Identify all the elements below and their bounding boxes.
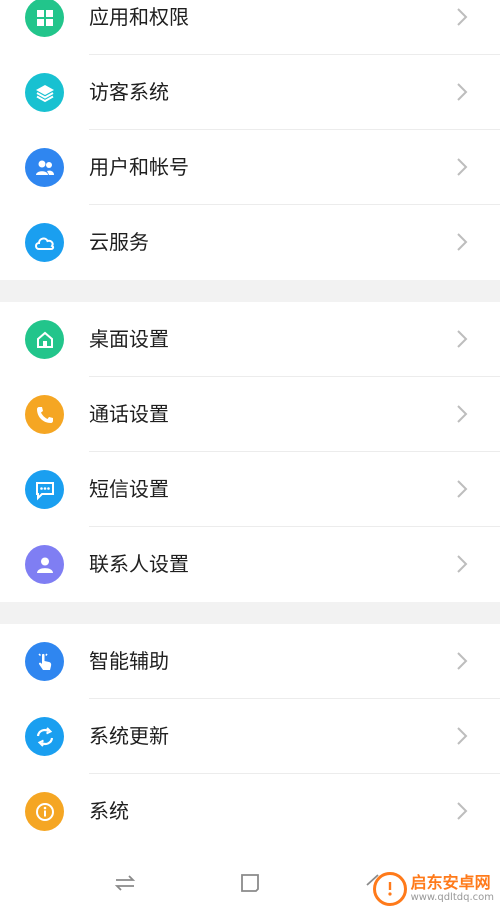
settings-item-label: 访客系统 — [89, 80, 169, 104]
settings-item-call[interactable]: 通话设置 — [0, 377, 500, 452]
info-icon — [25, 792, 64, 831]
settings-group-3: 智能辅助 系统更新 系统 — [0, 624, 500, 849]
settings-item-users-accounts[interactable]: 用户和帐号 — [0, 130, 500, 205]
section-gap — [0, 602, 500, 624]
settings-item-system-update[interactable]: 系统更新 — [0, 699, 500, 774]
users-icon — [25, 148, 64, 187]
watermark-text: 启东安卓网 www.qdltdq.com — [411, 874, 494, 904]
home-square-icon[interactable] — [236, 869, 264, 897]
settings-item-label: 短信设置 — [89, 477, 169, 501]
settings-item-guest-system[interactable]: 访客系统 — [0, 55, 500, 130]
settings-item-sms[interactable]: 短信设置 — [0, 452, 500, 527]
layers-icon — [25, 73, 64, 112]
chevron-right-icon — [457, 8, 468, 26]
chevron-right-icon — [457, 555, 468, 573]
settings-item-app-permissions[interactable]: 应用和权限 — [0, 0, 500, 55]
message-icon — [25, 470, 64, 509]
settings-item-smart-assist[interactable]: 智能辅助 — [0, 624, 500, 699]
settings-item-desktop[interactable]: 桌面设置 — [0, 302, 500, 377]
settings-item-contacts[interactable]: 联系人设置 — [0, 527, 500, 602]
settings-item-label: 桌面设置 — [89, 327, 169, 351]
watermark-title: 启东安卓网 — [410, 873, 491, 892]
cloud-icon — [25, 223, 64, 262]
settings-item-label: 应用和权限 — [89, 5, 189, 29]
chevron-right-icon — [457, 802, 468, 820]
refresh-icon — [25, 717, 64, 756]
chevron-right-icon — [457, 83, 468, 101]
watermark-logo-icon — [372, 872, 407, 906]
contact-icon — [25, 545, 64, 584]
settings-item-label: 用户和帐号 — [89, 155, 189, 179]
settings-item-label: 通话设置 — [89, 402, 169, 426]
chevron-right-icon — [457, 158, 468, 176]
gesture-icon — [25, 642, 64, 681]
grid-icon — [25, 0, 64, 37]
chevron-right-icon — [457, 233, 468, 251]
phone-icon — [25, 395, 64, 434]
chevron-right-icon — [457, 727, 468, 745]
settings-page: 应用和权限 访客系统 用户和帐号 云服务 桌面设置 通话设置 短信设置 联系人设… — [0, 0, 500, 915]
chevron-right-icon — [457, 652, 468, 670]
watermark: 启东安卓网 www.qdltdq.com — [372, 872, 494, 906]
settings-item-label: 云服务 — [89, 230, 149, 254]
chevron-right-icon — [457, 330, 468, 348]
switch-arrows-icon[interactable] — [111, 869, 139, 897]
chevron-right-icon — [457, 405, 468, 423]
settings-item-label: 系统 — [89, 799, 129, 823]
settings-item-cloud-service[interactable]: 云服务 — [0, 205, 500, 280]
settings-item-label: 联系人设置 — [89, 552, 189, 576]
settings-item-system[interactable]: 系统 — [0, 774, 500, 849]
chevron-right-icon — [457, 480, 468, 498]
home-icon — [25, 320, 64, 359]
settings-group-1: 应用和权限 访客系统 用户和帐号 云服务 — [0, 0, 500, 280]
settings-group-2: 桌面设置 通话设置 短信设置 联系人设置 — [0, 302, 500, 602]
settings-item-label: 智能辅助 — [89, 649, 169, 673]
watermark-url: www.qdltdq.com — [410, 892, 494, 903]
section-gap — [0, 280, 500, 302]
settings-item-label: 系统更新 — [89, 724, 169, 748]
